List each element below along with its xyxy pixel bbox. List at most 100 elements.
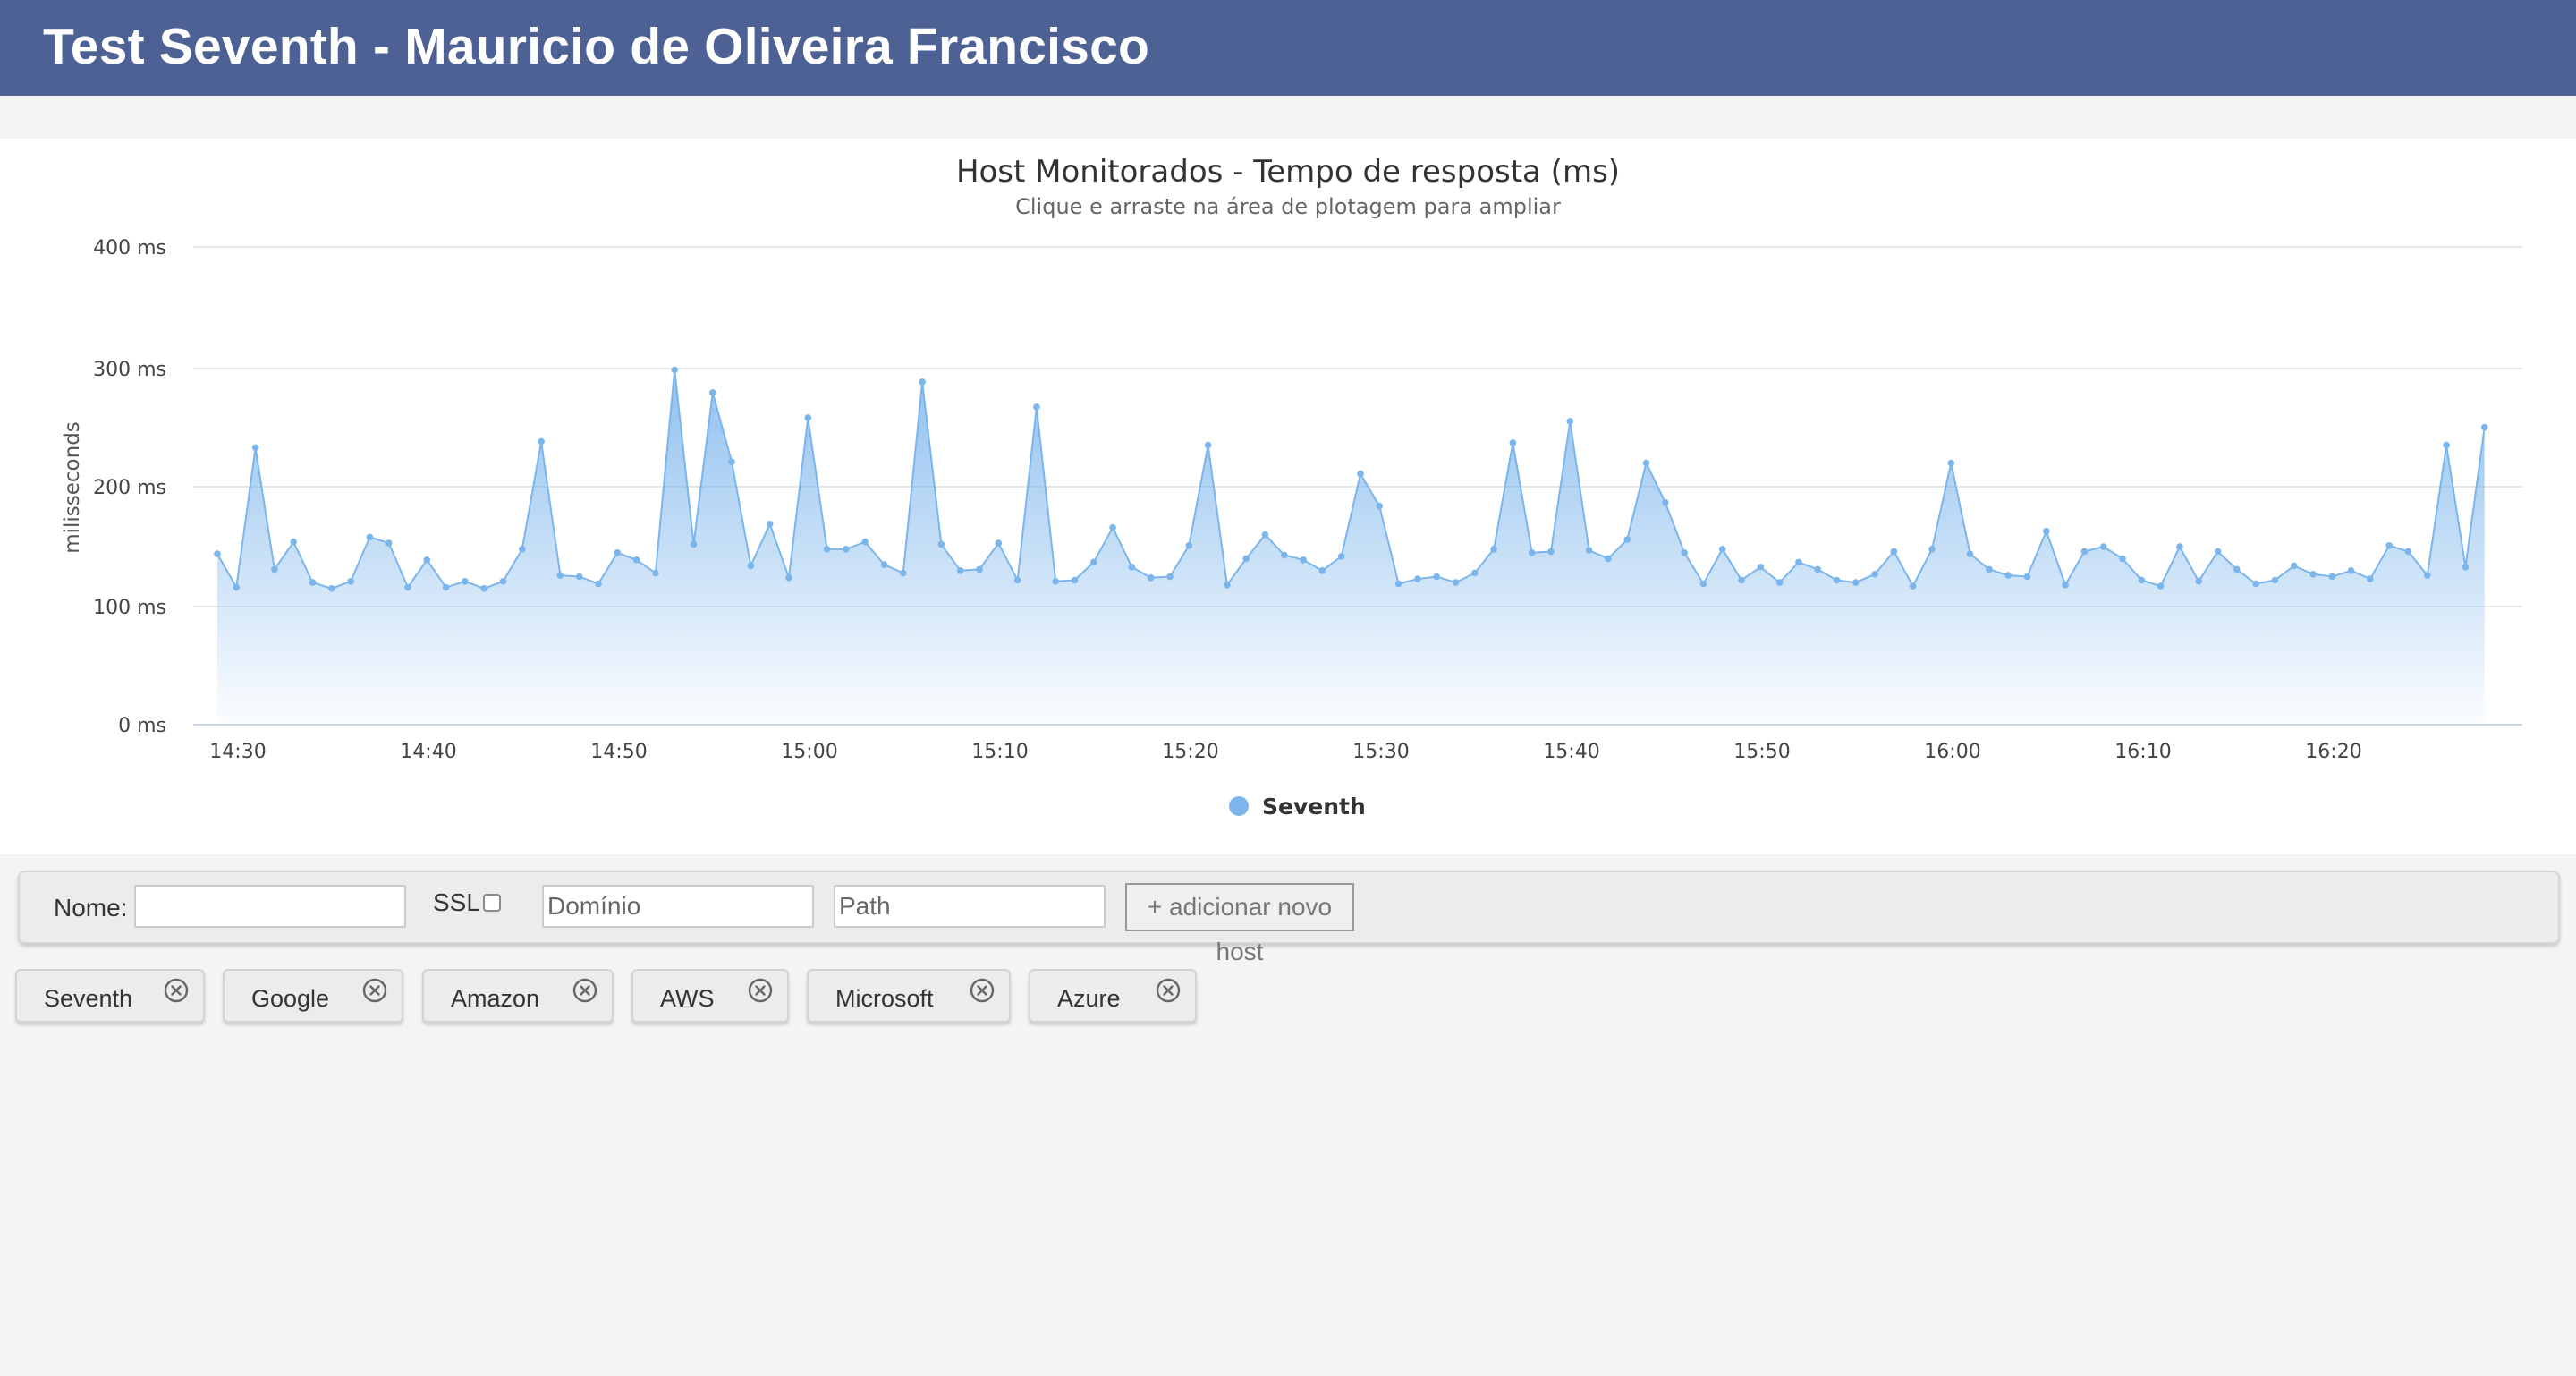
data-point[interactable] bbox=[804, 414, 812, 421]
data-point[interactable] bbox=[2347, 567, 2355, 574]
data-point[interactable] bbox=[1013, 576, 1021, 584]
data-point[interactable] bbox=[462, 578, 469, 585]
data-point[interactable] bbox=[1605, 555, 1612, 563]
data-point[interactable] bbox=[2367, 575, 2374, 582]
data-point[interactable] bbox=[385, 539, 393, 547]
data-point[interactable] bbox=[1376, 502, 1384, 510]
data-point[interactable] bbox=[1128, 564, 1136, 571]
data-point[interactable] bbox=[1757, 564, 1765, 571]
data-point[interactable] bbox=[499, 578, 507, 585]
data-point[interactable] bbox=[1699, 580, 1707, 588]
data-point[interactable] bbox=[1166, 573, 1174, 581]
data-point[interactable] bbox=[1300, 556, 1307, 564]
data-point[interactable] bbox=[2062, 582, 2069, 589]
data-point[interactable] bbox=[519, 546, 526, 553]
data-point[interactable] bbox=[747, 562, 755, 570]
data-point[interactable] bbox=[1547, 548, 1555, 556]
data-point[interactable] bbox=[1033, 403, 1040, 411]
data-point[interactable] bbox=[652, 569, 659, 577]
data-point[interactable] bbox=[2157, 582, 2165, 590]
add-host-button[interactable]: + adicionar novo host bbox=[1125, 883, 1354, 965]
data-point[interactable] bbox=[766, 520, 774, 528]
data-point[interactable] bbox=[1814, 565, 1821, 573]
data-point[interactable] bbox=[1224, 582, 1231, 589]
data-point[interactable] bbox=[2404, 548, 2412, 556]
data-point[interactable] bbox=[1394, 580, 1402, 588]
data-point[interactable] bbox=[728, 458, 735, 466]
close-icon[interactable] bbox=[748, 978, 773, 1003]
data-point[interactable] bbox=[1318, 567, 1326, 574]
data-point[interactable] bbox=[2443, 441, 2450, 449]
data-point[interactable] bbox=[2138, 576, 2146, 584]
close-icon[interactable] bbox=[1156, 978, 1181, 1003]
data-point[interactable] bbox=[843, 546, 850, 553]
data-point[interactable] bbox=[309, 579, 317, 586]
data-point[interactable] bbox=[2023, 573, 2031, 581]
data-point[interactable] bbox=[2252, 580, 2259, 588]
data-point[interactable] bbox=[2195, 578, 2202, 585]
host-chip-azure[interactable]: Azure bbox=[1029, 969, 1197, 1023]
data-point[interactable] bbox=[214, 550, 221, 557]
domain-input[interactable] bbox=[542, 885, 814, 928]
data-point[interactable] bbox=[2080, 548, 2089, 556]
data-point[interactable] bbox=[1204, 441, 1212, 449]
data-point[interactable] bbox=[2385, 542, 2393, 549]
data-point[interactable] bbox=[1986, 565, 1993, 573]
data-point[interactable] bbox=[2328, 573, 2336, 581]
data-point[interactable] bbox=[2424, 572, 2431, 579]
data-point[interactable] bbox=[1471, 569, 1479, 577]
data-point[interactable] bbox=[1775, 579, 1784, 586]
data-point[interactable] bbox=[900, 569, 907, 577]
data-point[interactable] bbox=[1681, 549, 1688, 556]
data-point[interactable] bbox=[1966, 550, 1974, 557]
data-point[interactable] bbox=[2176, 543, 2183, 550]
data-point[interactable] bbox=[328, 585, 335, 592]
data-point[interactable] bbox=[2233, 565, 2241, 573]
path-input[interactable] bbox=[834, 885, 1106, 928]
data-point[interactable] bbox=[1662, 498, 1669, 506]
data-point[interactable] bbox=[2004, 572, 2012, 579]
data-point[interactable] bbox=[1928, 546, 1936, 553]
data-point[interactable] bbox=[956, 567, 964, 574]
host-chip-microsoft[interactable]: Microsoft bbox=[807, 969, 1011, 1023]
data-point[interactable] bbox=[861, 538, 869, 546]
data-point[interactable] bbox=[480, 585, 487, 592]
data-point[interactable] bbox=[1090, 558, 1097, 566]
data-point[interactable] bbox=[1052, 578, 1059, 585]
data-point[interactable] bbox=[1261, 531, 1269, 539]
data-point[interactable] bbox=[233, 583, 241, 591]
ssl-checkbox[interactable] bbox=[483, 894, 501, 912]
data-point[interactable] bbox=[1795, 558, 1802, 566]
data-point[interactable] bbox=[290, 538, 298, 546]
data-point[interactable] bbox=[919, 378, 926, 386]
close-icon[interactable] bbox=[164, 978, 189, 1003]
name-input[interactable] bbox=[134, 885, 406, 928]
host-chip-amazon[interactable]: Amazon bbox=[422, 969, 614, 1023]
data-point[interactable] bbox=[1242, 555, 1250, 563]
data-point[interactable] bbox=[2462, 564, 2470, 571]
response-time-chart[interactable]: Host Monitorados - Tempo de resposta (ms… bbox=[0, 139, 2576, 854]
series-seventh[interactable] bbox=[214, 366, 2488, 725]
data-point[interactable] bbox=[1738, 576, 1745, 584]
host-chip-google[interactable]: Google bbox=[223, 969, 403, 1023]
data-point[interactable] bbox=[366, 533, 374, 541]
data-point[interactable] bbox=[976, 565, 983, 573]
data-point[interactable] bbox=[1337, 553, 1345, 560]
data-point[interactable] bbox=[690, 540, 698, 548]
data-point[interactable] bbox=[1642, 459, 1650, 467]
data-point[interactable] bbox=[2309, 571, 2317, 578]
close-icon[interactable] bbox=[362, 978, 387, 1003]
data-point[interactable] bbox=[785, 574, 792, 582]
data-point[interactable] bbox=[632, 556, 640, 564]
data-point[interactable] bbox=[614, 549, 622, 556]
host-chip-seventh[interactable]: Seventh bbox=[15, 969, 205, 1023]
data-point[interactable] bbox=[1871, 571, 1878, 578]
data-point[interactable] bbox=[1433, 573, 1440, 581]
data-point[interactable] bbox=[671, 366, 678, 374]
data-point[interactable] bbox=[423, 556, 431, 564]
data-point[interactable] bbox=[880, 561, 888, 568]
data-point[interactable] bbox=[2271, 576, 2279, 584]
data-point[interactable] bbox=[1909, 582, 1917, 590]
data-point[interactable] bbox=[1185, 542, 1193, 549]
data-point[interactable] bbox=[1947, 459, 1955, 467]
